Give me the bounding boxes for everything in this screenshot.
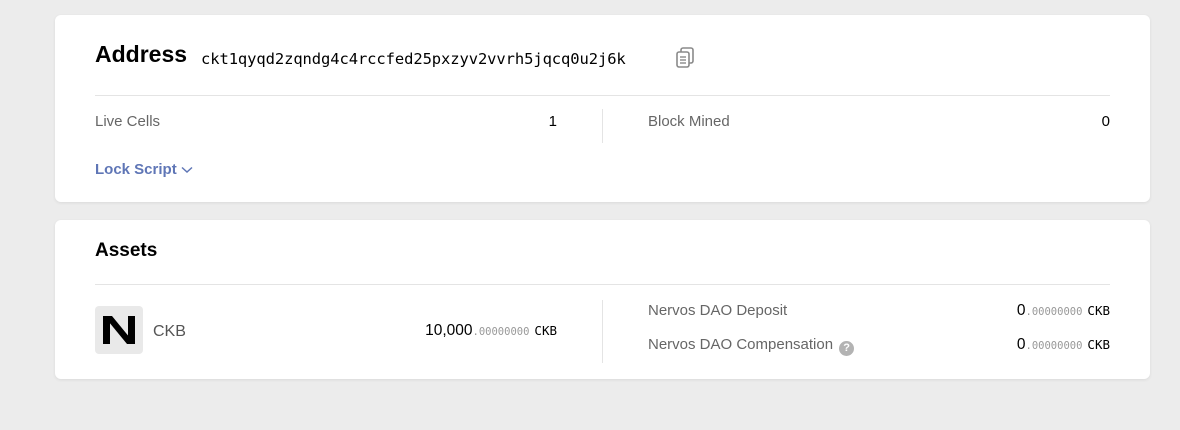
address-hash: ckt1qyqd2zqndg4c4rccfed25pxzyv2vvrh5jqcq… — [201, 50, 626, 68]
lock-script-label: Lock Script — [95, 161, 177, 178]
live-cells-value: 1 — [548, 113, 557, 130]
dao-compensation-amount: 0 .00000000 CKB — [1017, 336, 1110, 354]
copy-icon[interactable] — [675, 46, 697, 70]
live-cells-label: Live Cells — [95, 113, 161, 130]
divider — [95, 284, 1110, 285]
asset-name: CKB — [153, 323, 186, 340]
column-divider — [602, 109, 603, 143]
block-mined-value: 0 — [1101, 113, 1110, 130]
block-mined-label: Block Mined — [648, 113, 730, 130]
lock-script-toggle[interactable]: Lock Script — [95, 161, 193, 178]
nervos-logo-icon — [95, 306, 143, 354]
compensation-unit: CKB — [1087, 337, 1110, 352]
dao-compensation-label: Nervos DAO Compensation — [648, 336, 834, 353]
balance-unit: CKB — [534, 323, 557, 338]
deposit-integer: 0 — [1016, 302, 1026, 319]
balance-decimal: .00000000 — [472, 326, 530, 338]
address-card: Address ckt1qyqd2zqndg4c4rccfed25pxzyv2v… — [55, 15, 1150, 202]
chevron-down-icon — [181, 166, 193, 173]
column-divider — [602, 300, 603, 363]
dao-deposit-amount: 0 .00000000 CKB — [1017, 302, 1110, 320]
dao-deposit-label: Nervos DAO Deposit — [648, 302, 788, 319]
divider — [95, 95, 1110, 96]
dao-compensation-row: Nervos DAO Compensation? — [648, 336, 855, 356]
assets-title: Assets — [95, 240, 158, 261]
deposit-decimal: .00000000 — [1025, 306, 1083, 318]
address-title: Address — [95, 41, 188, 67]
deposit-unit: CKB — [1087, 303, 1110, 318]
compensation-integer: 0 — [1016, 336, 1026, 353]
assets-card: Assets CKB 10,000 .00000000 CKB Nervos D… — [55, 220, 1150, 379]
compensation-decimal: .00000000 — [1025, 340, 1083, 352]
balance-integer: 10,000 — [425, 322, 473, 339]
ckb-balance: 10,000 .00000000 CKB — [425, 322, 557, 340]
help-icon[interactable]: ? — [839, 341, 855, 356]
